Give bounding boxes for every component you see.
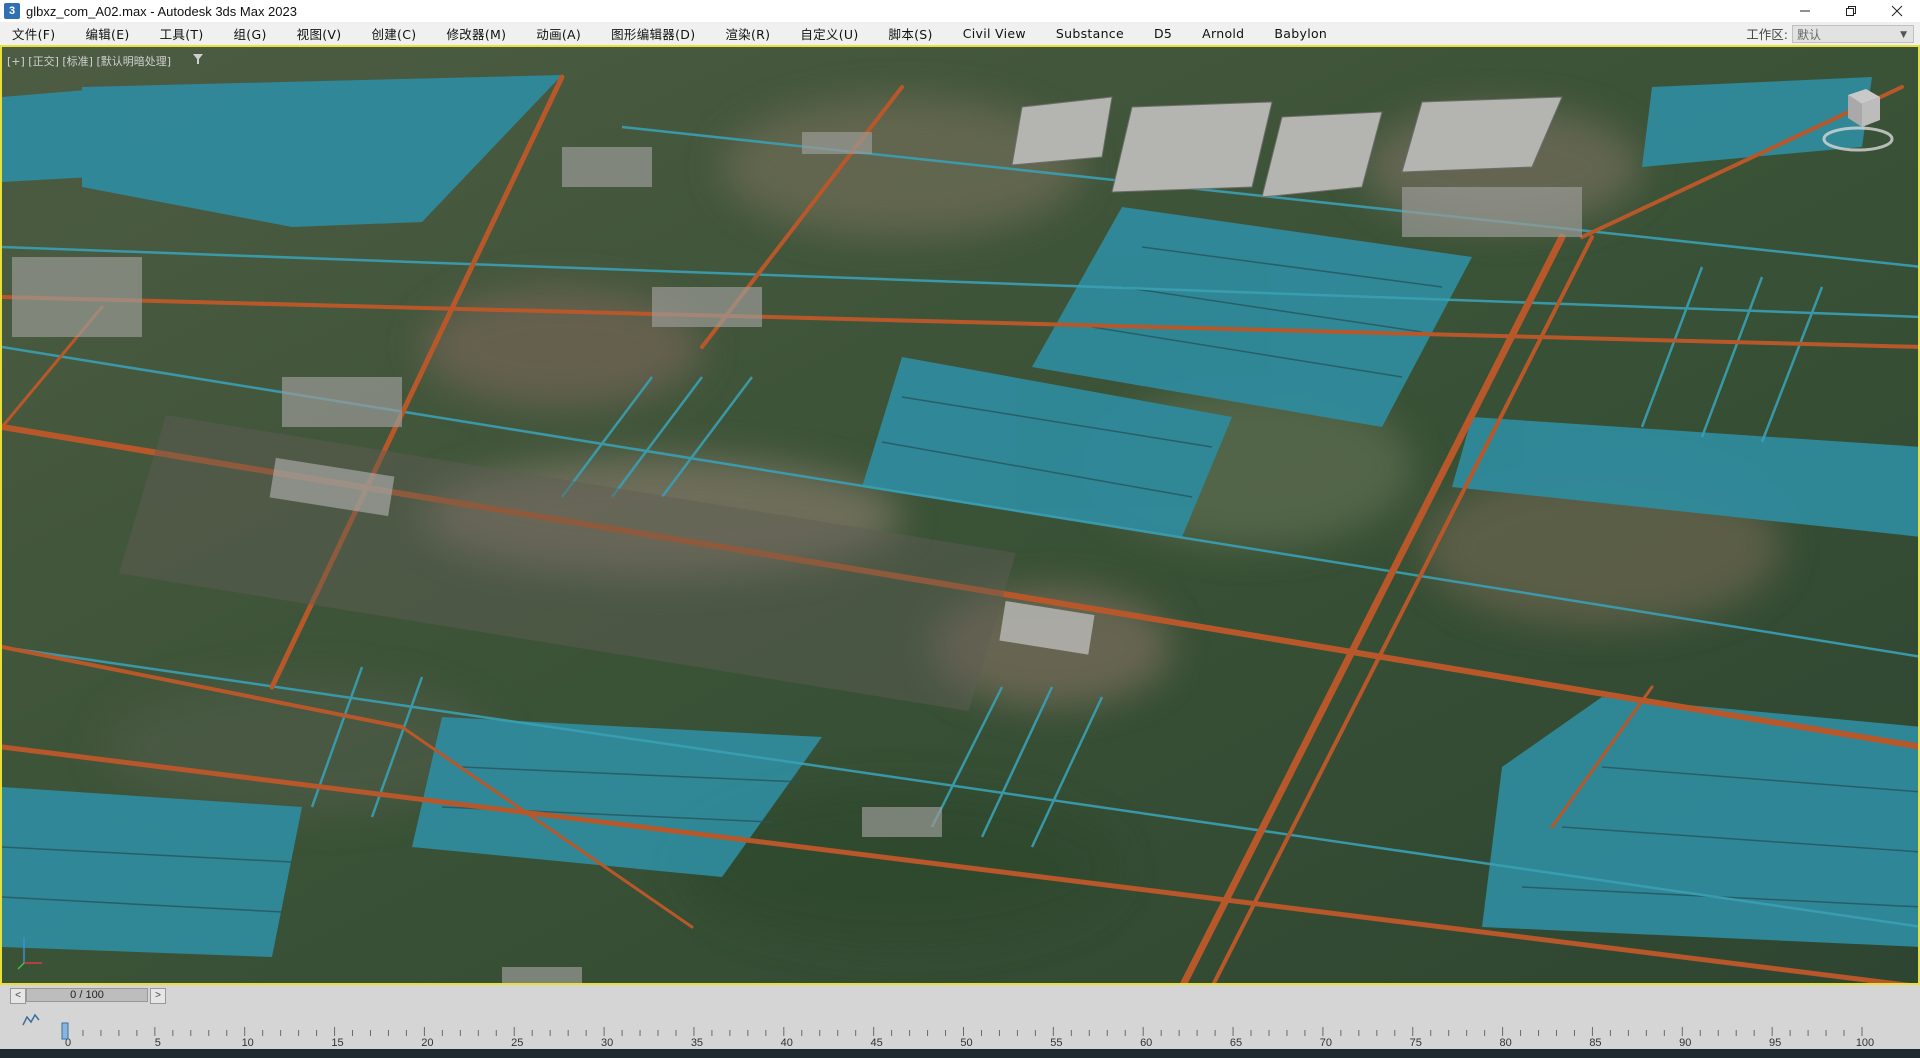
ruler-label: 70 [1320,1037,1332,1049]
workspace-switcher: 工作区: 默认 ▼ [1746,22,1914,45]
close-button[interactable] [1874,0,1920,22]
ruler-label: 55 [1050,1037,1062,1049]
viewcube-icon[interactable] [1818,77,1898,157]
menu-items: 文件(F) 编辑(E) 工具(T) 组(G) 视图(V) 创建(C) 修改器(M) 动画(A)… [0,22,1345,45]
ruler-label: 20 [421,1037,433,1049]
ruler-label: 65 [1230,1037,1242,1049]
menu-item[interactable]: Substance [1056,26,1124,41]
menu-item[interactable]: 文件(F) [12,24,55,43]
menu-item[interactable]: Babylon [1274,26,1327,41]
title-bar: 3 glbxz_com_A02.max - Autodesk 3ds Max 2… [0,0,1920,22]
app-icon[interactable]: 3 [4,3,20,19]
menu-item[interactable]: Civil View [963,26,1026,41]
menu-bar: 文件(F) 编辑(E) 工具(T) 组(G) 视图(V) 创建(C) 修改器(M) 动画(A)… [0,22,1920,46]
restore-button[interactable] [1828,0,1874,22]
ruler-label: 40 [781,1037,793,1049]
menu-item[interactable]: 自定义(U) [800,24,858,43]
menu-item[interactable]: Arnold [1202,26,1244,41]
ruler-label: 100 [1856,1037,1874,1049]
menu-item[interactable]: 动画(A) [536,24,581,43]
ruler-label: 90 [1679,1037,1691,1049]
menu-item[interactable]: 创建(C) [371,24,416,43]
ruler-label: 45 [871,1037,883,1049]
viewport-label[interactable]: [+] [正交] [标准] [默认明暗处理] [7,53,171,69]
os-taskbar [0,1049,1920,1058]
ruler-label: 60 [1140,1037,1152,1049]
ruler-label: 15 [331,1037,343,1049]
ruler-label: 85 [1589,1037,1601,1049]
filter-icon[interactable] [192,53,204,65]
time-slider-bar: < 0 / 100 > [0,985,1920,1005]
window-controls [1782,0,1920,22]
window-title: glbxz_com_A02.max - Autodesk 3ds Max 202… [26,3,297,19]
scene-render [2,47,1918,983]
menu-item[interactable]: 渲染(R) [725,24,770,43]
ruler-label: 10 [242,1037,254,1049]
minimize-button[interactable] [1782,0,1828,22]
chevron-down-icon: ▼ [1900,29,1907,40]
menu-item[interactable]: 工具(T) [160,24,204,43]
time-slider[interactable]: 0 / 100 [26,988,148,1002]
ruler-label: 80 [1499,1037,1511,1049]
minimize-icon [1800,10,1810,12]
ruler-label: 35 [691,1037,703,1049]
ruler-label: 30 [601,1037,613,1049]
workspace-label: 工作区: [1746,27,1788,42]
workspace-value: 默认 [1797,27,1822,42]
menu-item[interactable]: D5 [1154,26,1172,41]
menu-item[interactable]: 视图(V) [297,24,342,43]
previous-frame-button[interactable]: < [10,988,26,1004]
restore-icon [1846,6,1856,16]
ruler-label: 75 [1410,1037,1422,1049]
menu-item[interactable]: 脚本(S) [889,24,933,43]
ruler-label: 25 [511,1037,523,1049]
frame-ruler: 0 5 10 15 20 25 30 35 40 45 50 55 60 65 70 75 80 85 90 95 10… [61,1022,1874,1049]
current-frame-marker[interactable] [61,1022,69,1040]
menu-item[interactable]: 图形编辑器(D) [611,24,695,43]
ruler-label: 50 [960,1037,972,1049]
ruler-label: 95 [1769,1037,1781,1049]
workspace-dropdown[interactable]: 默认 ▼ [1792,24,1914,43]
ruler-label: 5 [155,1037,161,1049]
axis-gizmo-icon [17,937,42,970]
menu-item[interactable]: 组(G) [234,24,267,43]
next-frame-button[interactable]: > [150,988,166,1004]
perspective-viewport[interactable]: [+] [正交] [标准] [默认明暗处理] [0,45,1920,985]
trackbar[interactable]: 0 5 10 15 20 25 30 35 40 45 50 55 60 65 70 75 80 85 90 95 10… [0,1005,1920,1049]
menu-item[interactable]: 编辑(E) [85,24,129,43]
close-icon [1891,5,1903,17]
menu-item[interactable]: 修改器(M) [446,24,506,43]
